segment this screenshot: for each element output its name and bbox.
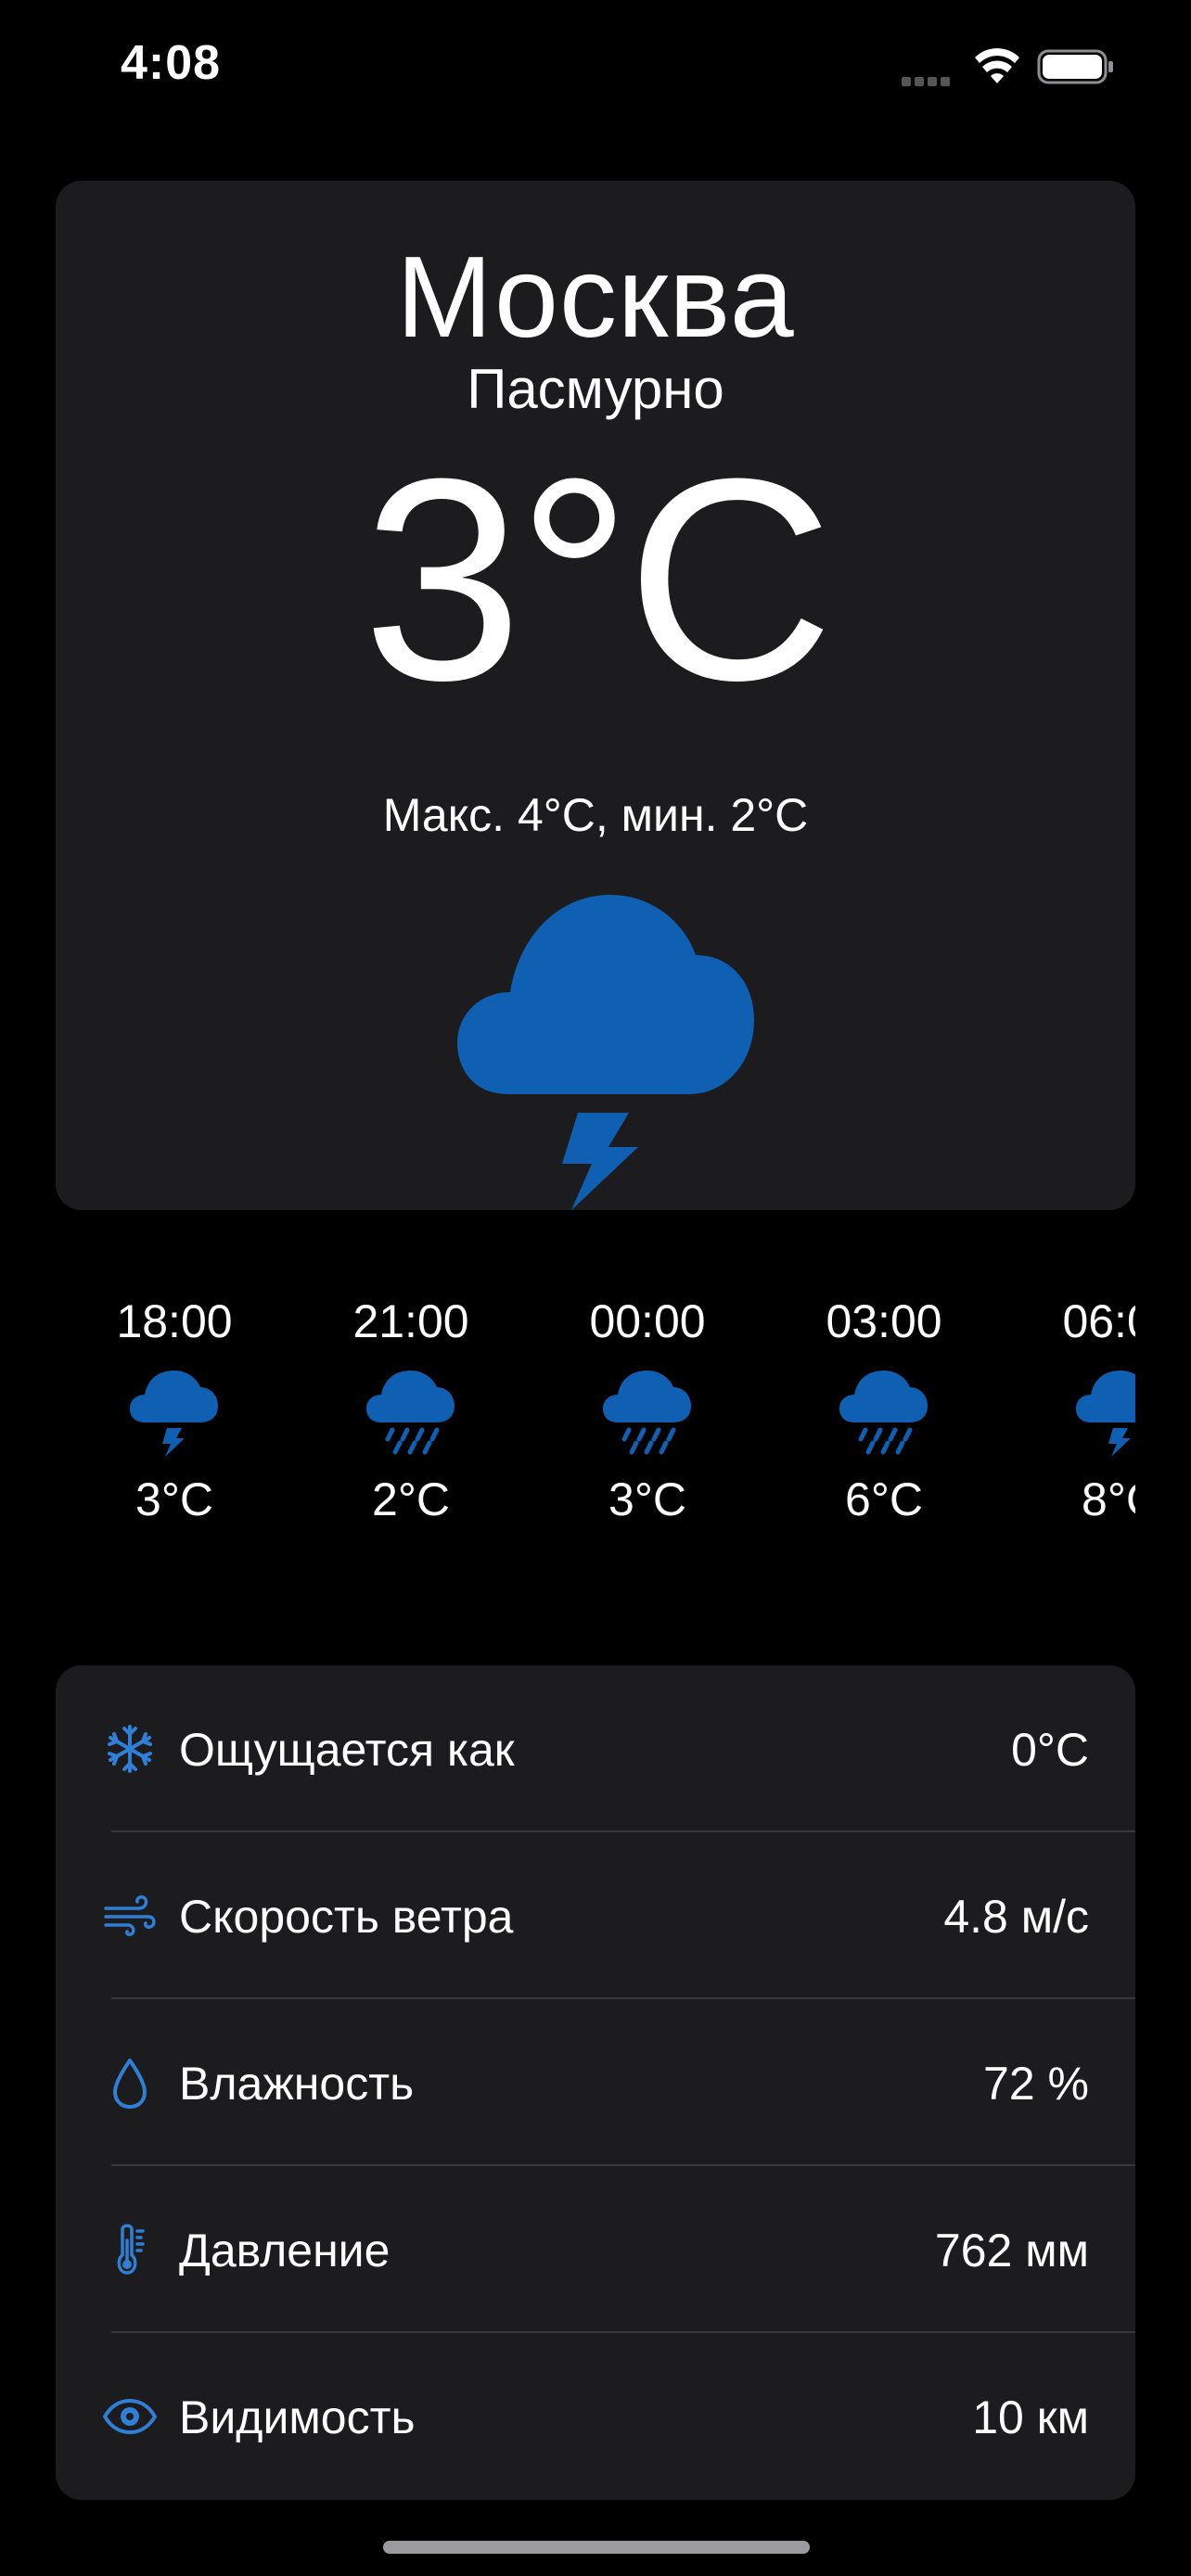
hour-temperature: 3°C (608, 1473, 686, 1525)
detail-label: Влажность (179, 2058, 415, 2110)
hour-time: 06:00 (1062, 1298, 1135, 1347)
cloud-bolt-icon (1076, 1371, 1135, 1457)
hour-temperature: 3°C (135, 1473, 213, 1525)
cloud-bolt-icon (457, 895, 754, 1210)
hour-time: 21:00 (352, 1298, 469, 1347)
hourly-item: 21:00 2°C (318, 1298, 504, 1523)
hourly-item: 00:00 3°C (555, 1298, 740, 1523)
snowflake-icon (108, 1725, 152, 1773)
detail-label: Давление (179, 2225, 391, 2276)
detail-value: 72 % (983, 2058, 1089, 2110)
cloud-rain-icon (366, 1371, 455, 1455)
hourly-item: 18:00 3°C (82, 1298, 267, 1523)
detail-row-pressure: Давление 762 мм (56, 2166, 1135, 2333)
hour-time: 00:00 (589, 1298, 706, 1347)
detail-label: Ощущается как (179, 1724, 515, 1776)
detail-row-visibility: Видимость 10 км (56, 2333, 1135, 2500)
hour-time: 03:00 (826, 1298, 942, 1347)
detail-value: 4.8 м/с (943, 1891, 1089, 1943)
cellular-signal-icon (902, 74, 957, 86)
current-temperature: 3°C (362, 418, 834, 740)
status-time: 4:08 (121, 36, 222, 90)
thermometer-icon (117, 2224, 145, 2275)
cloud-bolt-icon (130, 1371, 218, 1457)
weather-details-card: Ощущается как 0°C Скорость ветра 4.8 м/с… (56, 1665, 1135, 2500)
detail-row-wind-speed: Скорость ветра 4.8 м/с (56, 1832, 1135, 1999)
drop-icon (113, 2059, 147, 2109)
eye-icon (103, 2399, 157, 2434)
detail-row-humidity: Влажность 72 % (56, 1999, 1135, 2166)
hourly-item: 06:00 8°C (1028, 1298, 1135, 1523)
wind-icon (104, 1895, 156, 1936)
min-max-temperature: Макс. 4°C, мин. 2°C (382, 789, 809, 841)
weather-condition: Пасмурно (467, 358, 724, 420)
status-bar: 4:08 (0, 0, 1191, 139)
hour-temperature: 2°C (372, 1473, 450, 1525)
battery-icon (1037, 49, 1113, 84)
hourly-forecast[interactable]: 18:00 3°C 21:00 2°C 00:00 3°C 03:00 6°C … (56, 1298, 1135, 1576)
hour-temperature: 8°C (1082, 1473, 1135, 1525)
detail-value: 10 км (972, 2391, 1089, 2443)
detail-value: 0°C (1011, 1724, 1089, 1776)
hour-time: 18:00 (116, 1298, 233, 1347)
current-weather-card: Москва Пасмурно 3°C Макс. 4°C, мин. 2°C (56, 181, 1135, 1210)
cloud-rain-icon (839, 1371, 928, 1455)
wifi-icon (975, 48, 1019, 83)
hour-temperature: 6°C (845, 1473, 923, 1525)
detail-value: 762 мм (934, 2225, 1089, 2276)
detail-row-feels-like: Ощущается как 0°C (56, 1665, 1135, 1832)
detail-label: Видимость (179, 2391, 416, 2443)
home-indicator[interactable] (383, 2541, 810, 2554)
cloud-rain-icon (603, 1371, 691, 1455)
hourly-item: 03:00 6°C (791, 1298, 977, 1523)
city-name: Москва (396, 234, 795, 362)
detail-label: Скорость ветра (179, 1891, 514, 1943)
